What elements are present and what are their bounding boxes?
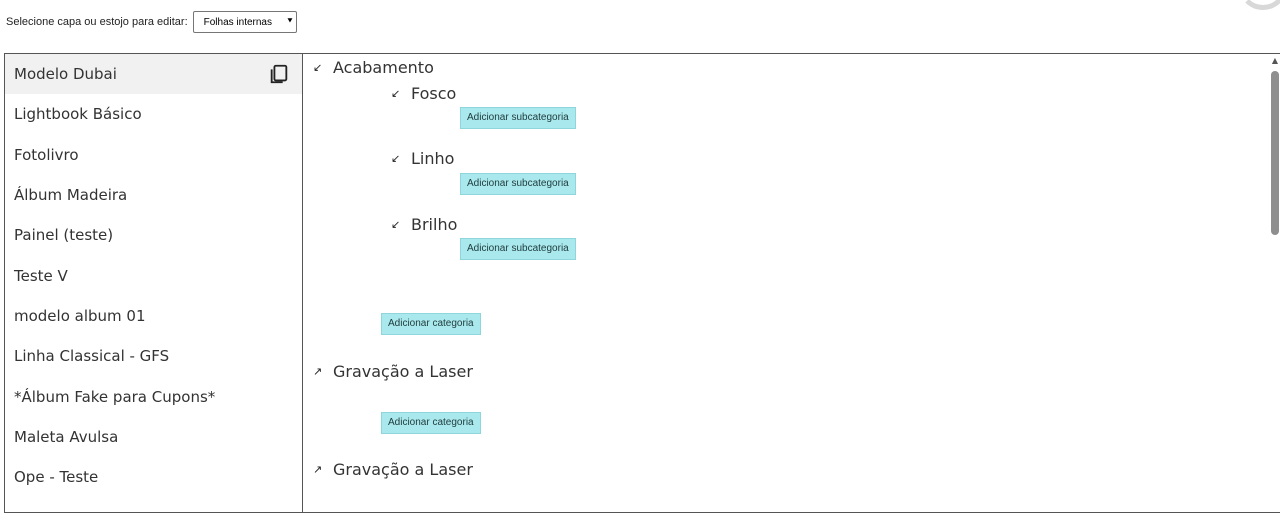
sidebar-item-ope-teste[interactable]: Ope - Teste (5, 457, 302, 497)
add-subcategory-button[interactable]: Adicionar subcategoria (460, 238, 576, 260)
sidebar-item-label: *Álbum Fake para Cupons* (14, 387, 216, 406)
model-sidebar: Modelo Dubai Lightbook Básico Fotolivro … (5, 54, 303, 512)
sidebar-item-label: Álbum Madeira (14, 186, 128, 205)
sidebar-item-label: modelo album 01 (14, 306, 146, 325)
sidebar-item-label: Ope - Teste (14, 468, 99, 487)
category-row: ↙ Acabamento (313, 58, 434, 77)
selector-label: Selecione capa ou estojo para editar: (6, 16, 188, 28)
chevron-down-icon: ⯆ (286, 16, 294, 26)
sidebar-item-album-fake-cupons[interactable]: *Álbum Fake para Cupons* (5, 376, 302, 416)
subcategory-label[interactable]: Fosco (411, 84, 456, 103)
category-label[interactable]: Acabamento (333, 58, 434, 77)
add-subcategory-button[interactable]: Adicionar subcategoria (460, 173, 576, 195)
sidebar-item-label: Fotolivro (14, 145, 79, 164)
loading-spinner-icon (1238, 0, 1280, 10)
subcategory-row: ↙ Brilho (391, 215, 457, 234)
sidebar-item-teste-v[interactable]: Teste V (5, 255, 302, 295)
subcategory-row: ↙ Linho (391, 149, 454, 168)
editor-panel: Modelo Dubai Lightbook Básico Fotolivro … (4, 53, 1280, 513)
sidebar-item-label: Lightbook Básico (14, 105, 142, 124)
category-row: ↗ Gravação a Laser (313, 362, 473, 381)
subcategory-label[interactable]: Linho (411, 149, 454, 168)
sidebar-item-label: Painel (teste) (14, 226, 114, 245)
subcategory-row: ↙ Fosco (391, 84, 456, 103)
collapse-icon[interactable]: ↙ (391, 152, 407, 165)
sidebar-item-label: Teste V (14, 266, 68, 285)
sidebar-item-label: Linha Classical - GFS (14, 347, 170, 366)
expand-icon[interactable]: ↗ (313, 463, 329, 476)
sidebar-item-maleta-avulsa[interactable]: Maleta Avulsa (5, 417, 302, 457)
sidebar-item-painel-teste[interactable]: Painel (teste) (5, 215, 302, 255)
collapse-icon[interactable]: ↙ (391, 218, 407, 231)
copy-icon[interactable] (268, 63, 290, 85)
sidebar-item-label: Maleta Avulsa (14, 427, 119, 446)
category-tree: ↙ Acabamento ↙ Fosco Adicionar subcatego… (303, 54, 1280, 512)
editor-selector-bar: Selecione capa ou estojo para editar: Fo… (6, 11, 297, 33)
scrollbar-thumb[interactable] (1271, 71, 1279, 235)
category-row: ↗ Gravação a Laser (313, 460, 473, 479)
add-category-button[interactable]: Adicionar categoria (381, 412, 481, 434)
sidebar-item-label: Modelo Dubai (14, 65, 117, 84)
sidebar-item-modelo-dubai[interactable]: Modelo Dubai (5, 54, 302, 95)
collapse-icon[interactable]: ↙ (391, 87, 407, 100)
sidebar-item-lightbook-basico[interactable]: Lightbook Básico (5, 94, 302, 134)
cover-case-select[interactable]: Folhas internas ⯆ (192, 11, 297, 33)
sidebar-item-album-madeira[interactable]: Álbum Madeira (5, 175, 302, 215)
sidebar-item-modelo-album-01[interactable]: modelo album 01 (5, 296, 302, 336)
sidebar-item-linha-classical[interactable]: Linha Classical - GFS (5, 336, 302, 376)
add-subcategory-button[interactable]: Adicionar subcategoria (460, 107, 576, 129)
add-category-button[interactable]: Adicionar categoria (381, 313, 481, 335)
expand-icon[interactable]: ↗ (313, 365, 329, 378)
category-label[interactable]: Gravação a Laser (333, 362, 473, 381)
subcategory-label[interactable]: Brilho (411, 215, 457, 234)
collapse-icon[interactable]: ↙ (313, 61, 329, 74)
selected-option: Folhas internas (203, 16, 272, 28)
vertical-scrollbar[interactable]: ▲ (1268, 54, 1280, 512)
sidebar-item-fotolivro[interactable]: Fotolivro (5, 135, 302, 175)
category-label[interactable]: Gravação a Laser (333, 460, 473, 479)
scroll-up-icon[interactable]: ▲ (1272, 56, 1278, 65)
